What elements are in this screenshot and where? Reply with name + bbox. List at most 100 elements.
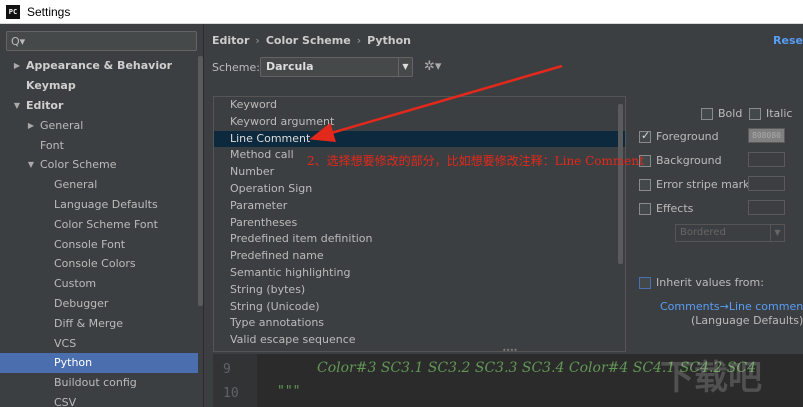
italic-label: Italic [766, 107, 793, 120]
sidebar-item-buildout-config[interactable]: Buildout config [0, 373, 198, 393]
list-item[interactable]: Parentheses [214, 215, 625, 232]
sidebar-item-diff-merge[interactable]: Diff & Merge [0, 313, 198, 333]
effects-option[interactable]: Effects [639, 202, 693, 215]
inherit-option[interactable]: Inherit values from: [639, 276, 764, 289]
chevron-down-icon[interactable]: ▼ [12, 101, 22, 110]
italic-checkbox[interactable] [749, 107, 761, 120]
foreground-option[interactable]: Foreground [639, 129, 719, 143]
list-item[interactable]: Parameter [214, 198, 625, 215]
sidebar-item-label: Appearance & Behavior [26, 59, 173, 73]
effects-color-swatch[interactable] [748, 200, 785, 215]
sidebar-item-label: Color Scheme Font [54, 217, 158, 231]
background-color-swatch[interactable] [748, 152, 785, 167]
sidebar-item-csv[interactable]: CSV [0, 393, 198, 407]
background-option[interactable]: Background [639, 154, 722, 167]
breadcrumb: Editor › Color Scheme › Python [212, 34, 411, 47]
list-item[interactable]: Semantic highlighting [214, 265, 625, 282]
list-item[interactable]: Predefined item definition [214, 231, 625, 248]
bold-checkbox[interactable] [701, 107, 713, 120]
list-item[interactable]: Predefined name [214, 248, 625, 265]
chevron-down-icon[interactable]: ▼ [26, 160, 36, 169]
sidebar-item-console-colors[interactable]: Console Colors [0, 254, 198, 274]
error-stripe-checkbox[interactable] [639, 178, 651, 191]
inherit-source: (Language Defaults) [691, 314, 803, 327]
effects-type-value: Bordered [680, 227, 726, 238]
sidebar-item-language-defaults[interactable]: Language Defaults [0, 195, 198, 215]
breadcrumb-editor[interactable]: Editor [212, 34, 249, 47]
foreground-label: Foreground [656, 130, 719, 143]
foreground-checkbox[interactable] [639, 129, 651, 143]
list-item[interactable]: Valid escape sequence [214, 332, 625, 349]
chevron-right-icon[interactable]: ▶ [12, 61, 22, 70]
breadcrumb-separator: › [356, 34, 362, 47]
sidebar-item-appearance-behavior[interactable]: ▶ Appearance & Behavior [0, 56, 198, 76]
window-title: Settings [27, 4, 71, 19]
list-item[interactable]: String (bytes) [214, 282, 625, 299]
sidebar-item-custom[interactable]: Custom [0, 274, 198, 294]
italic-option[interactable]: Italic [749, 107, 792, 120]
error-stripe-color-swatch[interactable] [748, 176, 785, 191]
sidebar-item-label: Debugger [54, 296, 109, 310]
sidebar-item-label: General [40, 118, 84, 132]
scheme-label: Scheme: [212, 61, 260, 74]
watermark: 下载吧 [660, 358, 762, 398]
sidebar-item-python[interactable]: Python [0, 352, 198, 373]
line-gutter: 9 10 [213, 354, 257, 407]
error-stripe-label: Error stripe mark [656, 178, 750, 191]
sidebar-item-label: Color Scheme [40, 158, 117, 172]
sidebar-item-label: Language Defaults [54, 197, 158, 211]
chevron-right-icon[interactable]: ▶ [26, 121, 36, 130]
sidebar-item-console-font[interactable]: Console Font [0, 234, 198, 254]
list-item[interactable]: Type annotations [214, 315, 625, 332]
inherit-label: Inherit values from: [656, 276, 764, 289]
sidebar-item-label: Diff & Merge [54, 316, 124, 330]
sidebar-item-label: Editor [26, 98, 64, 112]
sidebar-item-label: Console Font [54, 237, 126, 251]
sidebar-item-keymap[interactable]: Keymap [0, 76, 198, 96]
sidebar-scrollbar[interactable] [198, 56, 203, 306]
sidebar-item-label: Font [40, 138, 64, 152]
error-stripe-option[interactable]: Error stripe mark [639, 178, 750, 191]
foreground-color-swatch[interactable]: 808080 [748, 128, 785, 143]
sidebar-item-label: Buildout config [54, 376, 137, 390]
sidebar-item-label: Python [54, 356, 93, 370]
annotation-arrow [309, 64, 563, 143]
list-item[interactable]: String (Unicode) [214, 299, 625, 316]
attributes-panel: Bold Italic Foreground 808080 Background… [635, 104, 803, 354]
reset-link[interactable]: Rese [773, 34, 803, 47]
sidebar-item-label: Keymap [26, 79, 76, 93]
bold-label: Bold [718, 107, 743, 120]
sidebar-item-debugger[interactable]: Debugger [0, 294, 198, 314]
sidebar-item-color-scheme-font[interactable]: Color Scheme Font [0, 214, 198, 234]
bold-option[interactable]: Bold [701, 107, 742, 120]
breadcrumb-separator: › [255, 34, 260, 47]
effects-checkbox[interactable] [639, 202, 651, 215]
sidebar-item-font[interactable]: Font [0, 135, 198, 155]
breadcrumb-color-scheme[interactable]: Color Scheme [266, 34, 351, 47]
sidebar-item-general[interactable]: ▶ General [0, 115, 198, 135]
search-icon: Q▾ [11, 34, 26, 48]
search-input[interactable]: Q▾ [6, 31, 197, 51]
inherit-link[interactable]: Comments→Line comment [660, 300, 803, 313]
elements-scrollbar[interactable] [618, 104, 623, 264]
line-number: 9 [223, 362, 231, 377]
inherit-checkbox[interactable] [639, 276, 651, 289]
sidebar-item-label: Custom [54, 277, 97, 291]
sidebar-item-label: CSV [54, 395, 77, 407]
sidebar-item-general[interactable]: General [0, 175, 198, 195]
sidebar-item-label: VCS [54, 336, 77, 350]
line-number: 10 [223, 386, 239, 401]
background-label: Background [656, 154, 722, 167]
preview-code-line: """ [277, 384, 301, 399]
annotation-text: 2、选择想要修改的部分，比如想要修改注释：Line Comment [307, 154, 644, 168]
sidebar-item-color-scheme[interactable]: ▼ Color Scheme [0, 155, 198, 175]
effects-type-select[interactable]: Bordered ▼ [675, 224, 785, 242]
list-item[interactable]: Operation Sign [214, 181, 625, 198]
settings-tree: ▶ Appearance & Behavior Keymap ▼ Editor ▶ Gene… [0, 56, 198, 407]
effects-label: Effects [656, 202, 694, 215]
sidebar-item-vcs[interactable]: VCS [0, 333, 198, 353]
sidebar-item-editor[interactable]: ▼ Editor [0, 96, 198, 116]
sidebar-item-label: Console Colors [54, 257, 136, 271]
chevron-down-icon: ▼ [770, 225, 784, 241]
breadcrumb-python: Python [367, 34, 412, 47]
